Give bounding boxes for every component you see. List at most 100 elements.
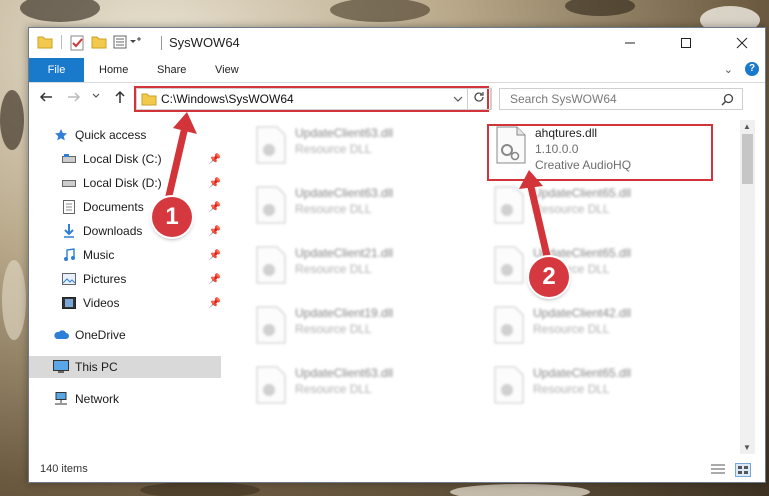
tab-share[interactable]: Share — [145, 58, 198, 82]
sidebar-item-onedrive[interactable]: OneDrive — [29, 324, 221, 346]
back-arrow-icon[interactable] — [39, 90, 53, 107]
tab-home[interactable]: Home — [87, 58, 140, 82]
title-separator — [161, 36, 162, 50]
drive-icon — [61, 151, 77, 167]
sidebar-item-label: OneDrive — [75, 328, 126, 342]
file-type: Resource DLL — [533, 202, 610, 216]
folder-icon — [37, 35, 53, 49]
scroll-down-icon[interactable]: ▼ — [743, 443, 751, 452]
tab-view[interactable]: View — [203, 58, 251, 82]
cloud-icon — [53, 327, 69, 343]
recent-locations-icon[interactable] — [91, 91, 101, 104]
list-item[interactable]: UpdateClient65.dll Resource DLL — [483, 240, 711, 292]
list-item[interactable]: UpdateClient21.dll Resource DLL — [245, 240, 473, 292]
dll-file-icon — [494, 186, 524, 224]
pin-icon[interactable]: 📌 — [209, 298, 221, 309]
dll-file-icon — [256, 186, 286, 224]
pictures-icon — [61, 271, 77, 287]
step-2-badge: 2 — [529, 257, 569, 297]
list-item[interactable]: UpdateClient63.dll Resource DLL — [245, 180, 473, 232]
dll-file-icon — [256, 126, 286, 164]
sidebar-item-this-pc[interactable]: This PC — [29, 356, 221, 378]
monitor-icon — [53, 359, 69, 375]
file-type: Resource DLL — [295, 142, 372, 156]
sidebar-item-label: Downloads — [83, 224, 143, 238]
sidebar-item-label: This PC — [75, 360, 118, 374]
documents-icon — [61, 199, 77, 215]
pin-icon[interactable]: 📌 — [209, 202, 221, 213]
file-type: Resource DLL — [533, 322, 610, 336]
pin-icon[interactable]: 📌 — [209, 250, 221, 261]
sidebar-item-music[interactable]: Music 📌 — [29, 244, 221, 266]
dll-file-icon — [256, 366, 286, 404]
sidebar-item-label: Network — [75, 392, 120, 406]
details-view-icon[interactable] — [711, 463, 725, 475]
explorer-window: SysWOW64 File Home Share View ⌄ ? C:\Win… — [28, 27, 766, 483]
file-type: Resource DLL — [533, 382, 610, 396]
list-item[interactable]: UpdateClient65.dll Resource DLL — [483, 180, 711, 232]
videos-icon — [61, 295, 77, 311]
forward-arrow-icon[interactable] — [67, 90, 81, 107]
ribbon-tabs: File Home Share View ⌄ ? — [29, 58, 765, 83]
sidebar-item-label: Local Disk (C:) — [83, 152, 162, 166]
search-box[interactable]: Search SysWOW64 — [499, 88, 743, 110]
file-type: Resource DLL — [295, 202, 372, 216]
list-item[interactable]: UpdateClient65.dll Resource DLL — [483, 360, 711, 412]
large-icons-view-icon[interactable] — [735, 463, 751, 477]
file-name: UpdateClient65.dll — [533, 186, 632, 200]
file-type: Resource DLL — [295, 262, 372, 276]
list-item[interactable]: UpdateClient42.dll Resource DLL — [483, 300, 711, 352]
network-icon — [53, 391, 69, 407]
pin-icon[interactable]: 📌 — [209, 178, 221, 189]
step-1-badge: 1 — [152, 197, 192, 237]
list-item[interactable]: UpdateClient63.dll Resource DLL — [245, 120, 473, 172]
close-button[interactable] — [719, 28, 765, 58]
sidebar-item-quick-access[interactable]: Quick access — [29, 124, 221, 146]
sidebar-item-local-disk-d[interactable]: Local Disk (D:) 📌 — [29, 172, 221, 194]
window-title: SysWOW64 — [169, 35, 240, 50]
pin-icon[interactable]: 📌 — [209, 154, 221, 165]
sidebar-item-videos[interactable]: Videos 📌 — [29, 292, 221, 314]
search-icon[interactable] — [721, 93, 734, 109]
chevron-down-icon[interactable]: ⌄ — [724, 63, 733, 76]
file-name: UpdateClient63.dll — [295, 366, 394, 380]
new-folder-icon[interactable] — [91, 35, 107, 49]
scroll-up-icon[interactable]: ▲ — [743, 122, 751, 131]
tab-file[interactable]: File — [29, 58, 84, 82]
help-icon[interactable]: ? — [745, 62, 759, 76]
sidebar-item-documents[interactable]: Documents 📌 — [29, 196, 221, 218]
music-icon — [61, 247, 77, 263]
drive-icon — [61, 175, 77, 191]
properties-icon[interactable] — [69, 35, 85, 51]
sidebar-item-downloads[interactable]: Downloads 📌 — [29, 220, 221, 242]
file-name: UpdateClient19.dll — [295, 306, 394, 320]
file-highlight-box — [487, 124, 713, 181]
status-bar: 140 items — [29, 458, 765, 482]
minimize-button[interactable] — [607, 28, 653, 58]
file-name: UpdateClient63.dll — [295, 126, 394, 140]
file-type: Resource DLL — [295, 322, 372, 336]
search-input[interactable]: Search SysWOW64 — [510, 92, 617, 106]
file-type: Resource DLL — [295, 382, 372, 396]
star-icon — [53, 127, 69, 143]
customize-toolbar-icon[interactable] — [113, 35, 141, 49]
address-highlight-box — [134, 86, 489, 112]
list-item[interactable]: UpdateClient63.dll Resource DLL — [245, 360, 473, 412]
pin-icon[interactable]: 📌 — [209, 226, 221, 237]
navigation-pane: Quick access Local Disk (C:) 📌 Local Dis… — [29, 120, 221, 456]
vertical-scrollbar[interactable]: ▲ ▼ — [740, 120, 755, 454]
title-bar: SysWOW64 — [29, 28, 765, 58]
sidebar-item-local-disk-c[interactable]: Local Disk (C:) 📌 — [29, 148, 221, 170]
up-arrow-icon[interactable] — [113, 90, 127, 107]
sidebar-item-network[interactable]: Network — [29, 388, 221, 410]
scroll-thumb[interactable] — [742, 134, 753, 184]
download-icon — [61, 223, 77, 239]
refresh-button[interactable] — [467, 88, 491, 110]
pin-icon[interactable]: 📌 — [209, 274, 221, 285]
sidebar-item-pictures[interactable]: Pictures 📌 — [29, 268, 221, 290]
maximize-button[interactable] — [663, 28, 709, 58]
list-item[interactable]: UpdateClient19.dll Resource DLL — [245, 300, 473, 352]
dll-file-icon — [494, 306, 524, 344]
dll-file-icon — [494, 366, 524, 404]
sidebar-item-label: Music — [83, 248, 115, 262]
